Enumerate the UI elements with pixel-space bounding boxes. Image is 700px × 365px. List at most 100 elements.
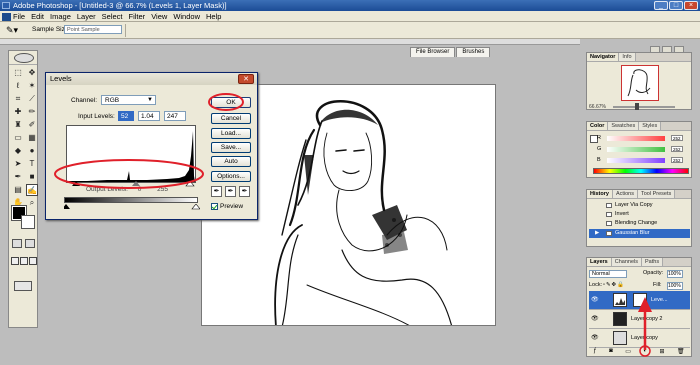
- jump-to-imageready-icon[interactable]: [14, 281, 32, 291]
- tab-file-browser[interactable]: File Browser: [410, 47, 456, 57]
- cancel-button[interactable]: Cancel: [211, 113, 251, 124]
- channel-select[interactable]: RGB ▼: [101, 95, 156, 105]
- tab-swatches[interactable]: Swatches: [608, 122, 640, 130]
- quick-mask-mode-icon[interactable]: [25, 239, 35, 248]
- brush-tool-icon[interactable]: ✏: [26, 106, 38, 118]
- gray-eyedropper-icon[interactable]: ✒: [225, 186, 236, 197]
- history-item[interactable]: Blending Change: [589, 219, 690, 228]
- layer-row-copy[interactable]: 👁 Layer copy: [589, 329, 690, 348]
- crop-tool-icon[interactable]: ⌗: [12, 93, 24, 105]
- lasso-tool-icon[interactable]: ℓ: [12, 80, 24, 92]
- color-r-field[interactable]: 252: [671, 135, 683, 141]
- background-color-swatch[interactable]: [21, 215, 35, 229]
- menu-image[interactable]: Image: [47, 12, 74, 21]
- path-selection-tool-icon[interactable]: ➤: [12, 158, 24, 170]
- history-brush-tool-icon[interactable]: ✐: [26, 119, 38, 131]
- output-black-slider[interactable]: [64, 204, 70, 209]
- output-max-value[interactable]: 255: [157, 186, 168, 193]
- tab-history[interactable]: History: [587, 190, 613, 198]
- options-button[interactable]: Options...: [211, 171, 251, 182]
- tab-tool-presets[interactable]: Tool Presets: [638, 190, 676, 198]
- healing-brush-tool-icon[interactable]: ✚: [12, 106, 24, 118]
- shape-tool-icon[interactable]: ■: [26, 171, 38, 183]
- visibility-eye-icon[interactable]: 👁: [591, 315, 599, 322]
- visibility-eye-icon[interactable]: 👁: [591, 296, 599, 303]
- color-r-slider[interactable]: [607, 136, 665, 141]
- navigator-zoom-value[interactable]: 66.67%: [589, 104, 606, 110]
- save-button[interactable]: Save...: [211, 142, 251, 153]
- layer-row-copy2[interactable]: 👁 Layer copy 2: [589, 310, 690, 329]
- load-button[interactable]: Load...: [211, 128, 251, 139]
- lock-options-icon[interactable]: ▫✎✥🔒: [603, 282, 625, 288]
- zoom-tool-icon[interactable]: ⌕: [26, 197, 38, 209]
- menu-filter[interactable]: Filter: [126, 12, 149, 21]
- photoshop-logo-icon[interactable]: [14, 53, 34, 63]
- navigator-zoom-slider[interactable]: [613, 106, 675, 108]
- menu-layer[interactable]: Layer: [74, 12, 99, 21]
- white-point-slider[interactable]: [185, 181, 195, 187]
- tab-layers[interactable]: Layers: [587, 258, 612, 266]
- output-slider-track[interactable]: [64, 204, 200, 210]
- menu-select[interactable]: Select: [99, 12, 126, 21]
- gradient-tool-icon[interactable]: ▦: [26, 132, 38, 144]
- layer-row-levels[interactable]: 👁 Leve...: [589, 291, 690, 310]
- magic-wand-tool-icon[interactable]: ✶: [26, 80, 38, 92]
- eyedropper-icon[interactable]: ✎▾: [6, 25, 18, 36]
- slice-tool-icon[interactable]: ⟋: [26, 93, 38, 105]
- input-gamma-field[interactable]: 1.04: [138, 111, 160, 121]
- color-b-field[interactable]: 252: [671, 157, 683, 163]
- tab-navigator[interactable]: Navigator: [587, 53, 620, 61]
- dodge-tool-icon[interactable]: ●: [26, 145, 38, 157]
- pen-tool-icon[interactable]: ✒: [12, 171, 24, 183]
- color-spectrum-bar[interactable]: [593, 168, 689, 174]
- input-white-field[interactable]: 247: [164, 111, 186, 121]
- maximize-button[interactable]: □: [669, 1, 683, 10]
- move-tool-icon[interactable]: ✥: [26, 67, 38, 79]
- history-item[interactable]: Invert: [589, 210, 690, 219]
- add-mask-icon[interactable]: ◙: [609, 348, 613, 357]
- menu-help[interactable]: Help: [203, 12, 224, 21]
- standard-mode-icon[interactable]: [12, 239, 22, 248]
- history-item-selected[interactable]: ▶ Gaussian Blur: [589, 229, 690, 238]
- minimize-button[interactable]: _: [654, 1, 668, 10]
- clone-stamp-tool-icon[interactable]: ♜: [12, 119, 24, 131]
- tab-channels[interactable]: Channels: [611, 258, 642, 266]
- tab-actions[interactable]: Actions: [612, 190, 638, 198]
- screen-mode-full-menu-icon[interactable]: [20, 257, 28, 265]
- layer-style-icon[interactable]: ƒ: [593, 348, 596, 357]
- preview-checkbox[interactable]: Preview: [211, 203, 243, 210]
- type-tool-icon[interactable]: T: [26, 158, 38, 170]
- trash-icon[interactable]: 🗑: [677, 348, 685, 357]
- sample-size-select[interactable]: Point Sample: [64, 25, 122, 34]
- new-layer-icon[interactable]: ⊞: [660, 348, 665, 357]
- tab-color[interactable]: Color: [587, 122, 609, 130]
- menu-edit[interactable]: Edit: [28, 12, 47, 21]
- visibility-eye-icon[interactable]: 👁: [591, 334, 599, 341]
- fill-field[interactable]: 100%: [667, 282, 683, 290]
- eyedropper-tool-icon[interactable]: ✍: [26, 184, 38, 196]
- blur-tool-icon[interactable]: ◆: [12, 145, 24, 157]
- close-window-button[interactable]: ×: [684, 1, 698, 10]
- new-set-icon[interactable]: ▭: [625, 348, 631, 357]
- navigator-zoom-knob[interactable]: [635, 103, 639, 110]
- white-eyedropper-icon[interactable]: ✒: [239, 186, 250, 197]
- menu-window[interactable]: Window: [170, 12, 203, 21]
- color-b-slider[interactable]: [607, 158, 665, 163]
- input-black-field[interactable]: 52: [118, 111, 134, 121]
- auto-button[interactable]: Auto: [211, 156, 251, 167]
- new-adjustment-layer-icon[interactable]: ◐: [643, 348, 647, 357]
- screen-mode-full-icon[interactable]: [29, 257, 37, 265]
- layer-mask-thumbnail[interactable]: [633, 293, 647, 307]
- blend-mode-select[interactable]: Normal: [589, 270, 627, 278]
- navigator-thumbnail[interactable]: [621, 65, 659, 101]
- output-white-slider[interactable]: [191, 204, 200, 210]
- black-eyedropper-icon[interactable]: ✒: [211, 186, 222, 197]
- color-g-field[interactable]: 252: [671, 146, 683, 152]
- menu-view[interactable]: View: [148, 12, 170, 21]
- marquee-tool-icon[interactable]: ⬚: [12, 67, 24, 79]
- output-min-value[interactable]: 0: [138, 186, 142, 193]
- ok-button[interactable]: OK: [211, 97, 251, 108]
- black-point-slider[interactable]: [72, 181, 80, 186]
- color-g-slider[interactable]: [607, 147, 665, 152]
- menu-file[interactable]: File: [2, 12, 28, 21]
